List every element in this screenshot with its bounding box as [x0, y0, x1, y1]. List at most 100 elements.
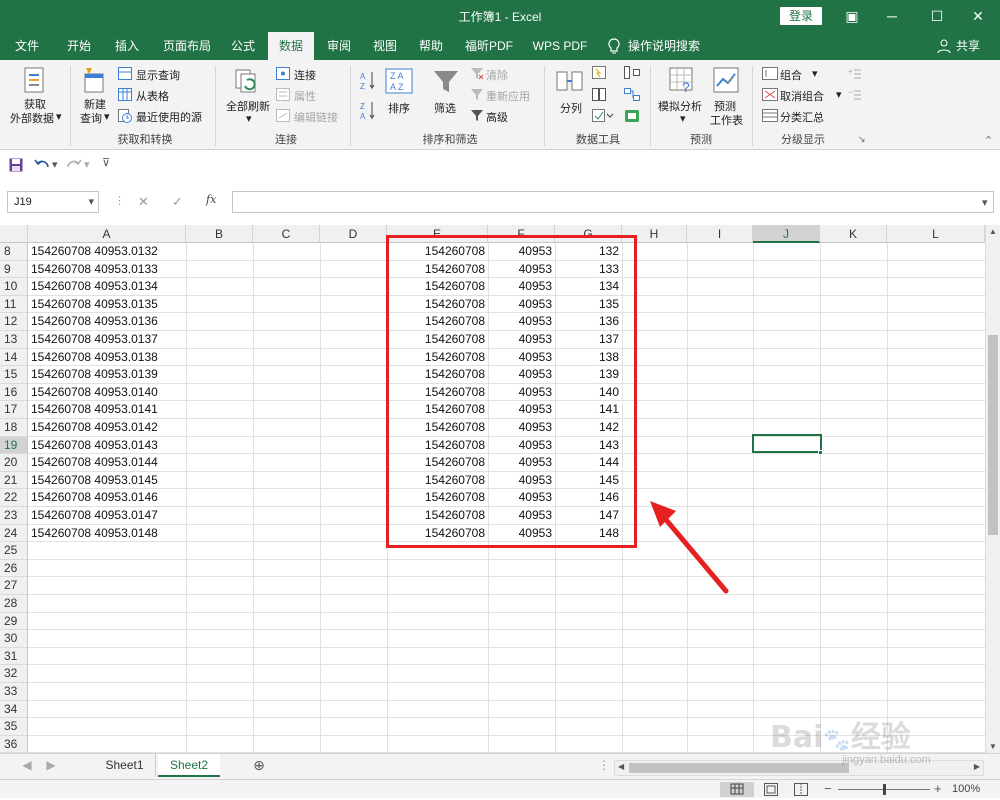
cell-f[interactable] — [490, 701, 552, 719]
tab-data[interactable]: 数据 — [268, 32, 314, 60]
refresh-all-icon[interactable] — [233, 66, 261, 99]
cell-g[interactable] — [557, 718, 619, 736]
cell-e[interactable] — [389, 701, 485, 719]
row-header[interactable]: 14 — [0, 348, 28, 367]
tab-help[interactable]: 帮助 — [410, 32, 452, 60]
scroll-right-icon[interactable]: ▶ — [974, 762, 980, 771]
group-button[interactable]: 组合 — [780, 67, 802, 83]
text-to-columns-icon[interactable] — [556, 68, 584, 97]
cell-a[interactable]: 154260708 40953.0142 — [31, 419, 186, 437]
new-query-dropdown-icon[interactable]: ▾ — [104, 110, 110, 123]
cell-a[interactable]: 154260708 40953.0134 — [31, 278, 186, 296]
name-box[interactable]: J19 ▾ — [7, 191, 99, 213]
scroll-left-icon[interactable]: ◀ — [618, 762, 624, 771]
cell-e[interactable] — [389, 560, 485, 578]
cell-g[interactable] — [557, 648, 619, 666]
cell-a[interactable] — [31, 701, 186, 719]
consolidate-icon[interactable] — [624, 66, 640, 82]
cell-a[interactable] — [31, 613, 186, 631]
sort-icon[interactable]: Z AA Z — [385, 68, 413, 97]
cell-a[interactable] — [31, 560, 186, 578]
new-query-icon[interactable] — [80, 66, 108, 99]
row-header[interactable]: 19 — [0, 436, 28, 455]
cell-a[interactable]: 154260708 40953.0145 — [31, 472, 186, 490]
save-icon[interactable] — [9, 158, 23, 175]
properties-button[interactable]: 属性 — [294, 88, 316, 104]
tab-file[interactable]: 文件 — [6, 32, 48, 60]
page-break-view-icon[interactable] — [794, 783, 808, 799]
ungroup-dropdown-icon[interactable]: ▾ — [836, 88, 842, 101]
column-header-b[interactable]: B — [186, 225, 253, 243]
close-button[interactable]: ✕ — [956, 0, 1000, 32]
zoom-level[interactable]: 100% — [952, 783, 980, 795]
tab-insert[interactable]: 插入 — [104, 32, 150, 60]
collapse-ribbon-icon[interactable]: ⌃ — [984, 134, 993, 147]
cell-a[interactable]: 154260708 40953.0136 — [31, 313, 186, 331]
row-header[interactable]: 34 — [0, 700, 28, 719]
cell-g[interactable] — [557, 630, 619, 648]
row-header[interactable]: 10 — [0, 278, 28, 296]
forecast-sheet-icon[interactable] — [712, 66, 740, 99]
row-header[interactable]: 31 — [0, 647, 28, 666]
cell-e[interactable] — [389, 665, 485, 683]
cell-a[interactable]: 154260708 40953.0138 — [31, 349, 186, 367]
row-header[interactable]: 12 — [0, 313, 28, 331]
expand-formula-bar-icon[interactable]: ▾ — [982, 196, 988, 209]
name-box-dropdown-icon[interactable]: ▾ — [88, 195, 94, 208]
row-header[interactable]: 17 — [0, 401, 28, 419]
cell-a[interactable]: 154260708 40953.0140 — [31, 384, 186, 402]
get-data-label-2[interactable]: 外部数据 — [10, 110, 54, 126]
horizontal-scroll-thumb[interactable] — [629, 763, 849, 773]
cell-a[interactable]: 154260708 40953.0144 — [31, 454, 186, 472]
cell-e[interactable] — [389, 613, 485, 631]
recent-sources-button[interactable]: 最近使用的源 — [136, 109, 202, 125]
cell-f[interactable] — [490, 630, 552, 648]
cell-g[interactable] — [557, 736, 619, 753]
tab-formulas[interactable]: 公式 — [222, 32, 264, 60]
column-header-i[interactable]: I — [687, 225, 753, 243]
redo-dropdown-icon[interactable]: ▾ — [84, 158, 90, 171]
cell-a[interactable]: 154260708 40953.0133 — [31, 261, 186, 279]
cell-a[interactable]: 154260708 40953.0137 — [31, 331, 186, 349]
confirm-entry-icon[interactable]: ✓ — [172, 194, 183, 210]
row-header[interactable]: 22 — [0, 489, 28, 507]
add-sheet-icon[interactable]: ⊕ — [248, 754, 270, 777]
column-header-a[interactable]: A — [28, 225, 186, 243]
connections-button[interactable]: 连接 — [294, 67, 316, 83]
cell-a[interactable] — [31, 630, 186, 648]
tell-me-search[interactable]: 操作说明搜索 — [628, 32, 708, 60]
prev-sheet-icon[interactable]: ◀ — [20, 754, 34, 777]
maximize-button[interactable]: ☐ — [915, 0, 959, 32]
cell-f[interactable] — [490, 736, 552, 753]
cell-a[interactable]: 154260708 40953.0141 — [31, 401, 186, 419]
row-header[interactable]: 23 — [0, 507, 28, 525]
tab-wps-pdf[interactable]: WPS PDF — [526, 32, 594, 60]
cell-a[interactable]: 154260708 40953.0135 — [31, 296, 186, 314]
cell-f[interactable] — [490, 560, 552, 578]
get-data-icon[interactable] — [22, 66, 48, 99]
row-header[interactable]: 26 — [0, 559, 28, 578]
row-header[interactable]: 24 — [0, 524, 28, 543]
text-to-columns-button[interactable]: 分列 — [560, 100, 582, 116]
row-header[interactable]: 11 — [0, 295, 28, 314]
cell-e[interactable] — [389, 630, 485, 648]
formula-input[interactable] — [232, 191, 994, 213]
cell-a[interactable] — [31, 648, 186, 666]
cell-f[interactable] — [490, 648, 552, 666]
cell-f[interactable] — [490, 683, 552, 701]
cell-a[interactable]: 154260708 40953.0147 — [31, 507, 186, 525]
column-header-k[interactable]: K — [820, 225, 887, 243]
tab-view[interactable]: 视图 — [364, 32, 406, 60]
restore-ribbon-icon[interactable]: ▣ — [830, 0, 874, 32]
cancel-entry-icon[interactable]: ✕ — [138, 194, 149, 210]
get-data-dropdown-icon[interactable]: ▾ — [56, 110, 62, 123]
undo-dropdown-icon[interactable]: ▾ — [52, 158, 58, 171]
cell-a[interactable]: 154260708 40953.0139 — [31, 366, 186, 384]
cell-e[interactable] — [389, 595, 485, 613]
show-query-button[interactable]: 显示查询 — [136, 67, 180, 83]
cell-f[interactable] — [490, 577, 552, 595]
fill-handle[interactable] — [818, 450, 823, 455]
cell-g[interactable] — [557, 560, 619, 578]
tab-review[interactable]: 审阅 — [318, 32, 360, 60]
column-header-l[interactable]: L — [887, 225, 985, 243]
